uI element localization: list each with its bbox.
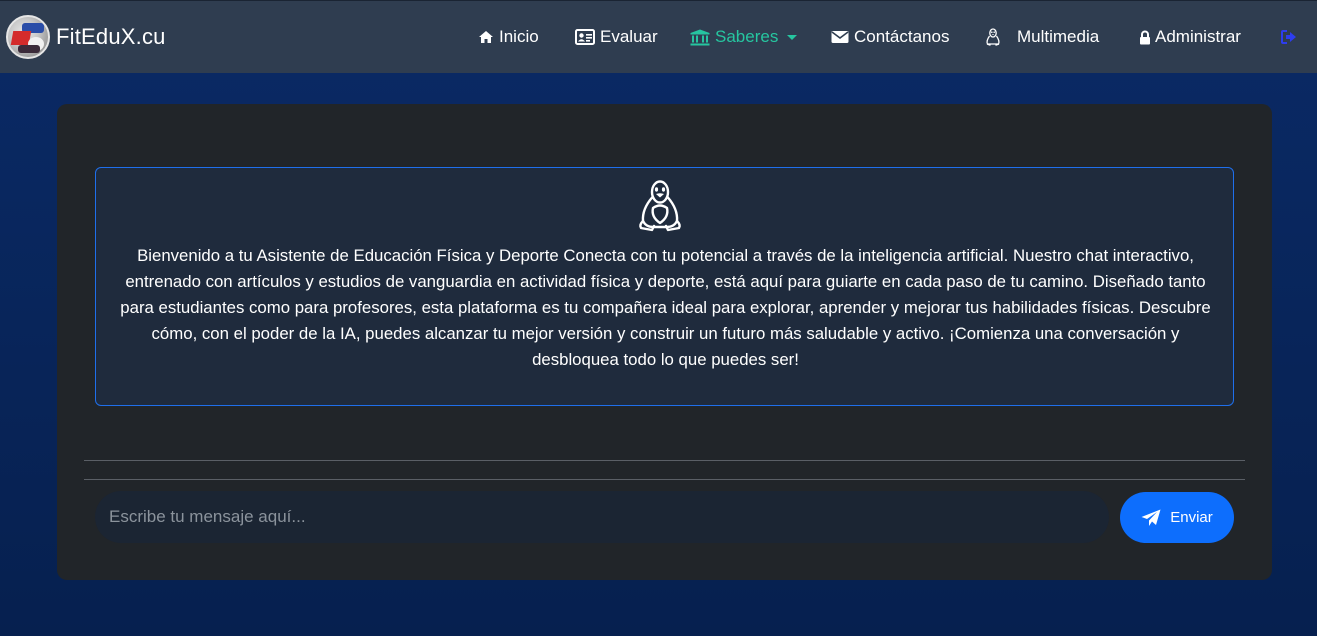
divider: [84, 479, 1245, 480]
chat-card: Bienvenido a tu Asistente de Educación F…: [57, 104, 1272, 580]
nav-item-administrar[interactable]: Administrar: [1139, 25, 1241, 49]
chevron-down-icon: [787, 34, 798, 40]
nav-item-evaluar[interactable]: Evaluar: [575, 25, 658, 49]
id-card-icon: [575, 29, 595, 45]
nav-item-label: Evaluar: [600, 27, 658, 46]
nav-item-saberes[interactable]: Saberes: [690, 25, 798, 49]
send-button-label: Enviar: [1170, 509, 1213, 526]
home-icon: [478, 30, 494, 44]
linux-icon: [985, 28, 1001, 46]
logout-button[interactable]: [1281, 25, 1302, 49]
chat-input-row: Enviar: [95, 491, 1234, 543]
nav-item-label: Contáctanos: [854, 27, 950, 46]
sign-out-icon: [1281, 30, 1297, 44]
nav-item-label: Saberes: [715, 27, 779, 46]
brand-link[interactable]: FitEduX.cu: [6, 14, 166, 60]
envelope-icon: [831, 30, 849, 44]
nav-item-multimedia[interactable]: Multimedia: [985, 25, 1099, 49]
brand-logo: [6, 15, 50, 59]
send-button[interactable]: Enviar: [1120, 492, 1234, 543]
institution-icon: [690, 29, 710, 46]
nav-item-inicio[interactable]: Inicio: [478, 25, 539, 49]
welcome-message: Bienvenido a tu Asistente de Educación F…: [120, 246, 1211, 369]
nav-item-label: Inicio: [499, 27, 539, 46]
message-input[interactable]: [95, 491, 1109, 543]
lock-icon: [1139, 30, 1151, 45]
nav-item-contactanos[interactable]: Contáctanos: [831, 25, 949, 49]
nav-item-label: Multimedia: [1017, 27, 1100, 46]
paper-plane-icon: [1141, 509, 1161, 527]
nav-item-label: Administrar: [1155, 27, 1241, 46]
brand-name: FitEduX.cu: [56, 24, 166, 49]
navbar: FitEduX.cu Inicio Evaluar Saberes Contác…: [0, 0, 1317, 73]
divider: [84, 460, 1245, 461]
welcome-panel: Bienvenido a tu Asistente de Educación F…: [95, 167, 1234, 406]
linux-tux-icon: [636, 179, 684, 235]
